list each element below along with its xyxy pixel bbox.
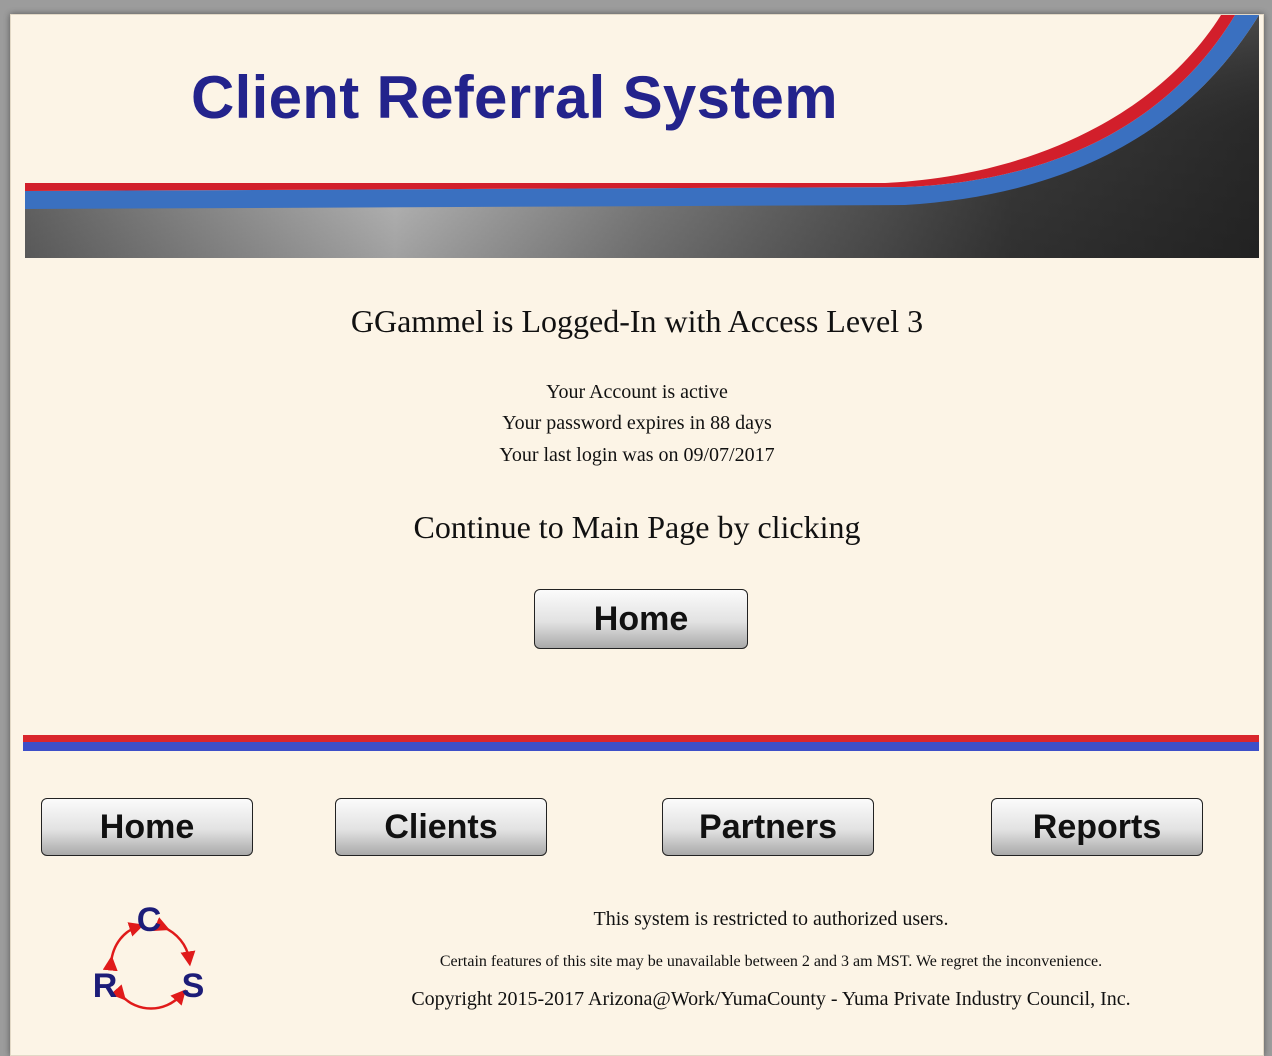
- logo-letter-r: R: [93, 967, 118, 1005]
- nav-partners-button[interactable]: Partners: [662, 798, 874, 856]
- nav-reports-button[interactable]: Reports: [991, 798, 1203, 856]
- logo-letter-c: C: [137, 901, 162, 939]
- restricted-notice: This system is restricted to authorized …: [593, 908, 949, 930]
- logo-arrow-left: [102, 922, 145, 972]
- last-login-text: Your last login was on 09/07/2017: [499, 444, 775, 466]
- section-divider: [23, 735, 1259, 751]
- account-status-text: Your Account is active: [546, 381, 728, 403]
- nav-clients-button[interactable]: Clients: [335, 798, 547, 856]
- crs-logo: C R S: [93, 901, 205, 1010]
- logo-letter-s: S: [182, 967, 205, 1005]
- continue-instruction: Continue to Main Page by clicking: [413, 509, 861, 545]
- maintenance-notice: Certain features of this site may be una…: [439, 953, 1103, 970]
- logo-arrow-right: [153, 917, 196, 967]
- main-home-button[interactable]: Home: [534, 589, 748, 649]
- divider-red-stripe: [23, 735, 1259, 742]
- copyright-text: Copyright 2015-2017 Arizona@Work/YumaCou…: [411, 988, 1131, 1010]
- password-expiry-text: Your password expires in 88 days: [502, 412, 772, 434]
- page-frame: Client Referral System GGammel is Logged…: [10, 14, 1264, 1056]
- logo-arrow-bottom: [110, 984, 186, 1010]
- nav-home-button[interactable]: Home: [41, 798, 253, 856]
- login-status-message: GGammel is Logged-In with Access Level 3: [350, 303, 924, 339]
- divider-blue-stripe: [23, 742, 1259, 751]
- header-banner: Client Referral System: [25, 15, 1259, 258]
- site-title: Client Referral System: [191, 64, 838, 131]
- banner-graphic: [25, 15, 1259, 258]
